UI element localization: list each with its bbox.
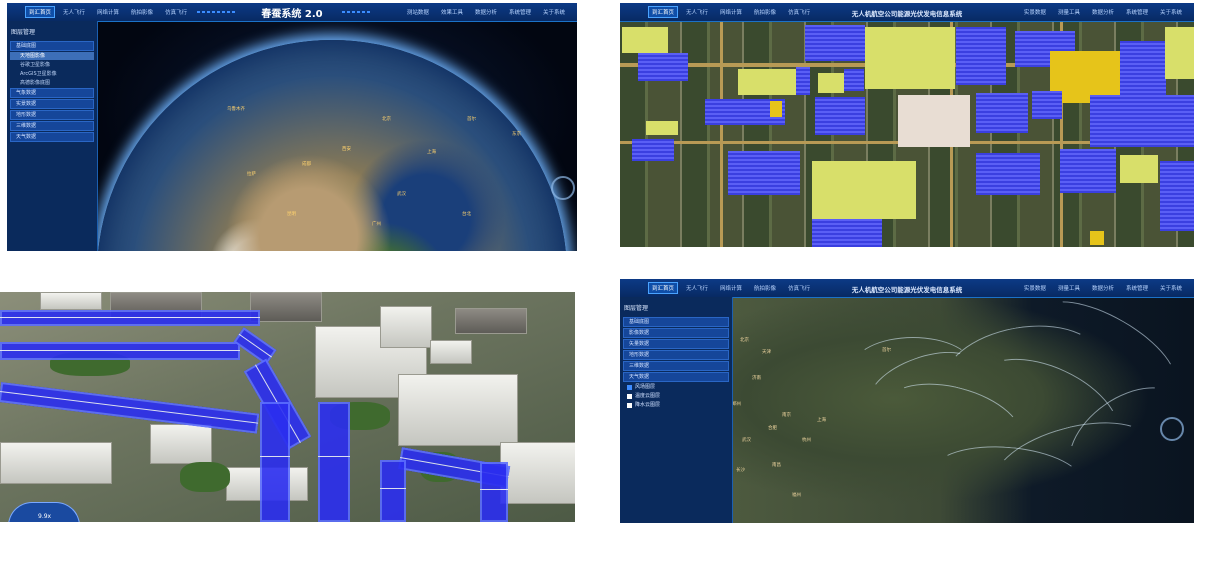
speed-readout: 9.9x	[38, 513, 52, 520]
city-label: 南昌	[772, 463, 781, 468]
top-navigation-bar: 到汇首页 无人飞行 网络计算 航拍影像 仿真飞行 春蚕系统 2.0 测站数据 效…	[7, 3, 577, 22]
city-label: 杭州	[802, 438, 811, 443]
city-label: 乌鲁木齐	[227, 107, 245, 112]
navigation-compass-icon[interactable]	[1160, 417, 1184, 441]
layer-item[interactable]: ArcGIS卫星影像	[10, 70, 94, 78]
solar-map-panel: 到汇首页 无人飞行 网络计算 航拍影像 仿真飞行 无人机航空公司能源光伏发电信息…	[620, 3, 1194, 247]
city-label: 首尔	[882, 348, 891, 353]
globe-view-panel: 北京 上海 西安 成都 武汉 广州 台北 首尔 东京 乌鲁木齐 拉萨 昆明 到汇…	[7, 3, 577, 251]
top-navigation-bar: 到汇首页 无人飞行 网络计算 航拍影像 仿真飞行 无人机航空公司能源光伏发电信息…	[620, 3, 1194, 22]
city-label: 拉萨	[247, 172, 256, 177]
layer-item[interactable]: 谷歌卫星影像	[10, 61, 94, 69]
layer-group[interactable]: 气象数据	[10, 88, 94, 98]
city-label: 长沙	[736, 468, 745, 473]
city-label: 武汉	[742, 438, 751, 443]
nav-item[interactable]: 数据分析	[471, 6, 501, 18]
city-label: 北京	[740, 338, 749, 343]
city-label: 东京	[512, 132, 521, 137]
layer-group[interactable]: 三维数据	[623, 361, 729, 371]
city-label: 昆明	[287, 212, 296, 217]
city-label: 天津	[762, 350, 771, 355]
nav-item[interactable]: 系统管理	[1122, 282, 1152, 294]
nav-item[interactable]: 系统管理	[1122, 6, 1152, 18]
nav-item[interactable]: 测站数据	[403, 6, 433, 18]
nav-right: 实景数据 测量工具 数据分析 系统管理 关于系统	[1020, 6, 1186, 18]
nav-item[interactable]: 效果工具	[437, 6, 467, 18]
nav-item[interactable]: 系统管理	[505, 6, 535, 18]
layer-checkbox-row[interactable]: 降水云图层	[623, 401, 729, 409]
checkbox-icon[interactable]	[627, 402, 632, 408]
nav-item[interactable]: 测量工具	[1054, 6, 1084, 18]
city-label: 北京	[382, 117, 391, 122]
layer-sidebar: 图层管理 基础底图 影像数据 矢量数据 地形数据 三维数据 天气数据 风场图层 …	[620, 297, 733, 523]
wind-field-panel: 北京 天津 济南 郑州 南京 上海 杭州 合肥 武汉 长沙 南昌 福州 首尔 到…	[620, 279, 1194, 523]
city-label: 台北	[462, 212, 471, 217]
solar-map-viewport[interactable]	[620, 21, 1194, 247]
nav-item[interactable]: 测量工具	[1054, 282, 1084, 294]
layer-checkbox-row[interactable]: 温度云图层	[623, 392, 729, 400]
checkbox-label: 风场图层	[635, 384, 656, 390]
header-decoration	[342, 11, 372, 13]
earth-globe[interactable]	[97, 40, 567, 251]
layer-group[interactable]: 矢量数据	[623, 339, 729, 349]
layer-checkbox-row[interactable]: 风场图层	[623, 383, 729, 391]
sidebar-title: 图层管理	[624, 305, 649, 312]
city-label: 南京	[782, 413, 791, 418]
city-label: 上海	[817, 418, 826, 423]
nav-item[interactable]: 实景数据	[1020, 6, 1050, 18]
navigation-compass-icon[interactable]	[551, 176, 575, 200]
checkbox-label: 温度云图层	[635, 393, 661, 399]
layer-group[interactable]: 地形数据	[623, 350, 729, 360]
checkbox-checked-icon[interactable]	[627, 384, 632, 390]
layer-group[interactable]: 地形数据	[10, 110, 94, 120]
map-viewport[interactable]: 北京 上海 西安 成都 武汉 广州 台北 首尔 东京 乌鲁木齐 拉萨 昆明	[97, 21, 577, 251]
layer-item[interactable]: 天地图影像	[10, 52, 94, 60]
city-label: 成都	[302, 162, 311, 167]
city-label: 郑州	[732, 402, 741, 407]
city-label: 上海	[427, 150, 436, 155]
layer-group[interactable]: 影像数据	[623, 328, 729, 338]
layer-group[interactable]: 天气数据	[10, 132, 94, 142]
checkbox-icon[interactable]	[627, 393, 632, 399]
nav-item[interactable]: 实景数据	[1020, 282, 1050, 294]
city-3d-viewport[interactable]: 9.9x	[0, 292, 575, 522]
city-label: 西安	[342, 147, 351, 152]
nav-item[interactable]: 关于系统	[1156, 6, 1186, 18]
city-label: 福州	[792, 493, 801, 498]
city-label: 广州	[372, 222, 381, 227]
city-3d-panel: 9.9x	[0, 292, 575, 522]
city-label: 济南	[752, 376, 761, 381]
nav-item[interactable]: 数据分析	[1088, 6, 1118, 18]
layer-group[interactable]: 三维数据	[10, 121, 94, 131]
top-navigation-bar: 到汇首页 无人飞行 网络计算 航拍影像 仿真飞行 无人机航空公司能源光伏发电信息…	[620, 279, 1194, 298]
city-label: 武汉	[397, 192, 406, 197]
nav-item[interactable]: 关于系统	[1156, 282, 1186, 294]
wind-map-viewport[interactable]: 北京 天津 济南 郑州 南京 上海 杭州 合肥 武汉 长沙 南昌 福州 首尔	[732, 283, 1194, 523]
checkbox-label: 降水云图层	[635, 402, 661, 408]
city-label: 合肥	[768, 426, 777, 431]
sidebar-title: 图层管理	[11, 29, 36, 36]
layer-group[interactable]: 天气数据	[623, 372, 729, 382]
layer-group[interactable]: 基础底图	[10, 41, 94, 51]
nav-right: 实景数据 测量工具 数据分析 系统管理 关于系统	[1020, 282, 1186, 294]
nav-right: 测站数据 效果工具 数据分析 系统管理 关于系统	[403, 6, 569, 18]
layer-group[interactable]: 基础底图	[623, 317, 729, 327]
layer-sidebar: 图层管理 基础底图 天地图影像 谷歌卫星影像 ArcGIS卫星影像 高德影像底图…	[7, 21, 98, 251]
city-label: 首尔	[467, 117, 476, 122]
nav-item[interactable]: 数据分析	[1088, 282, 1118, 294]
layer-group[interactable]: 实景数据	[10, 99, 94, 109]
nav-item[interactable]: 关于系统	[539, 6, 569, 18]
layer-item[interactable]: 高德影像底图	[10, 79, 94, 87]
